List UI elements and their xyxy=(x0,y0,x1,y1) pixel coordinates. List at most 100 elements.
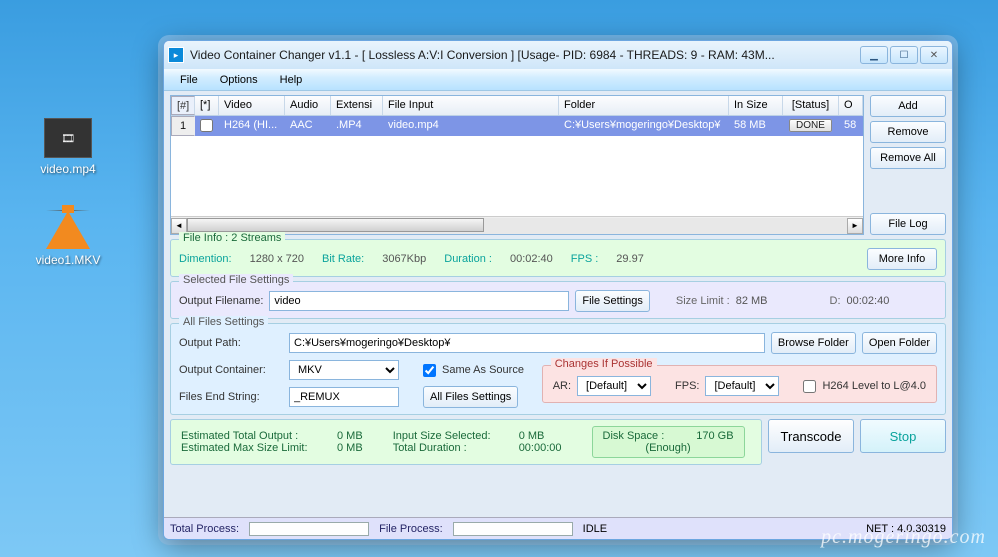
dimension-value: 1280 x 720 xyxy=(250,253,304,265)
minimize-button[interactable]: ▁ xyxy=(860,46,888,64)
file-info-panel: File Info : 2 Streams Dimention: 1280 x … xyxy=(170,239,946,277)
changes-legend: Changes If Possible xyxy=(551,358,657,370)
all-files-settings-button[interactable]: All Files Settings xyxy=(423,386,518,408)
video-file-icon: 🎞 xyxy=(44,118,92,158)
window-title: Video Container Changer v1.1 - [ Lossles… xyxy=(190,48,860,62)
col-insize[interactable]: In Size xyxy=(729,96,783,115)
titlebar[interactable]: Video Container Changer v1.1 - [ Lossles… xyxy=(164,41,952,69)
output-path-input[interactable] xyxy=(289,333,765,353)
output-container-label: Output Container: xyxy=(179,364,283,376)
col-folder[interactable]: Folder xyxy=(559,96,729,115)
h264-level-label: H264 Level to L@4.0 xyxy=(822,380,926,392)
col-status[interactable]: [Status] xyxy=(783,96,839,115)
dimension-label: Dimention: xyxy=(179,253,232,265)
eml-value: 0 MB xyxy=(337,442,363,454)
fps-change-label: FPS: xyxy=(675,380,699,392)
d-label: D: xyxy=(830,295,841,307)
app-window: Video Container Changer v1.1 - [ Lossles… xyxy=(163,40,953,540)
cell-video: H264 (HI... xyxy=(219,116,285,136)
cell-out: 58 xyxy=(839,116,863,136)
browse-folder-button[interactable]: Browse Folder xyxy=(771,332,856,354)
output-path-label: Output Path: xyxy=(179,337,283,349)
app-icon xyxy=(168,47,184,63)
desktop-icon-video-mp4[interactable]: 🎞 video.mp4 xyxy=(28,118,108,176)
total-process-progress xyxy=(249,522,369,536)
vlc-cone-icon xyxy=(46,210,90,249)
col-ext[interactable]: Extensi xyxy=(331,96,383,115)
size-limit-label: Size Limit : xyxy=(676,295,730,307)
output-filename-input[interactable] xyxy=(269,291,569,311)
bitrate-label: Bit Rate: xyxy=(322,253,364,265)
same-as-source-label: Same As Source xyxy=(442,364,524,376)
file-info-legend: File Info : 2 Streams xyxy=(179,232,285,244)
desktop-icon-video1-mkv[interactable]: video1.MKV xyxy=(28,210,108,267)
menu-options[interactable]: Options xyxy=(210,71,268,89)
row-checkbox[interactable] xyxy=(200,119,213,132)
same-as-source-checkbox[interactable] xyxy=(423,364,436,377)
size-limit-value: 82 MB xyxy=(736,295,768,307)
fps-label: FPS : xyxy=(571,253,599,265)
disk-space-value: 170 GB xyxy=(696,430,733,442)
output-filename-label: Output Filename: xyxy=(179,295,263,307)
ar-label: AR: xyxy=(553,380,571,392)
add-button[interactable]: Add xyxy=(870,95,946,117)
cell-status: DONE xyxy=(783,116,839,136)
col-check[interactable]: [*] xyxy=(195,96,219,115)
td-label: Total Duration : xyxy=(393,442,513,454)
duration-value: 00:02:40 xyxy=(510,253,553,265)
ar-select[interactable]: [Default] xyxy=(577,376,651,396)
file-settings-button[interactable]: File Settings xyxy=(575,290,650,312)
remove-button[interactable]: Remove xyxy=(870,121,946,143)
estimate-panel: Estimated Total Output :0 MB Estimated M… xyxy=(170,419,762,465)
td-value: 00:00:00 xyxy=(519,442,562,454)
desktop-icon-label: video.mp4 xyxy=(40,162,95,176)
file-process-label: File Process: xyxy=(379,523,443,535)
col-video[interactable]: Video xyxy=(219,96,285,115)
cell-ext: .MP4 xyxy=(331,116,383,136)
eml-label: Estimated Max Size Limit: xyxy=(181,442,331,454)
desktop-icon-label: video1.MKV xyxy=(36,253,101,267)
col-out[interactable]: O xyxy=(839,96,863,115)
file-grid[interactable]: [#] [*] Video Audio Extensi File Input F… xyxy=(170,95,864,235)
maximize-button[interactable]: ☐ xyxy=(890,46,918,64)
grid-header[interactable]: [#] [*] Video Audio Extensi File Input F… xyxy=(171,96,863,116)
duration-label: Duration : xyxy=(444,253,492,265)
stop-button[interactable]: Stop xyxy=(860,419,946,453)
output-container-select[interactable]: MKV xyxy=(289,360,399,380)
cell-index: 1 xyxy=(171,116,195,136)
grid-row[interactable]: 1 H264 (HI... AAC .MP4 video.mp4 C:¥User… xyxy=(171,116,863,136)
iss-value: 0 MB xyxy=(519,430,545,442)
cell-check[interactable] xyxy=(195,116,219,136)
cell-insize: 58 MB xyxy=(729,116,783,136)
fps-value: 29.97 xyxy=(616,253,644,265)
watermark: pc.mogeringo.com xyxy=(821,526,986,549)
scroll-thumb[interactable] xyxy=(187,218,484,232)
file-log-button[interactable]: File Log xyxy=(870,213,946,235)
changes-panel: Changes If Possible AR: [Default] FPS: [… xyxy=(542,365,937,403)
d-value: 00:02:40 xyxy=(847,295,890,307)
menubar: File Options Help xyxy=(164,69,952,91)
more-info-button[interactable]: More Info xyxy=(867,248,937,270)
col-fileinput[interactable]: File Input xyxy=(383,96,559,115)
close-button[interactable]: ✕ xyxy=(920,46,948,64)
col-index[interactable]: [#] xyxy=(171,96,195,115)
file-process-progress xyxy=(453,522,573,536)
remove-all-button[interactable]: Remove All xyxy=(870,147,946,169)
scroll-track[interactable] xyxy=(187,218,847,234)
cell-audio: AAC xyxy=(285,116,331,136)
eto-value: 0 MB xyxy=(337,430,363,442)
menu-help[interactable]: Help xyxy=(270,71,313,89)
disk-space-enough: (Enough) xyxy=(603,442,734,454)
menu-file[interactable]: File xyxy=(170,71,208,89)
files-end-string-input[interactable] xyxy=(289,387,399,407)
bitrate-value: 3067Kbp xyxy=(382,253,426,265)
col-audio[interactable]: Audio xyxy=(285,96,331,115)
fps-select[interactable]: [Default] xyxy=(705,376,779,396)
disk-space-label: Disk Space : xyxy=(603,430,665,442)
scroll-right-icon[interactable]: ► xyxy=(847,218,863,234)
selected-file-panel: Selected File Settings Output Filename: … xyxy=(170,281,946,319)
selected-file-legend: Selected File Settings xyxy=(179,274,293,286)
open-folder-button[interactable]: Open Folder xyxy=(862,332,937,354)
transcode-button[interactable]: Transcode xyxy=(768,419,854,453)
h264-level-checkbox[interactable] xyxy=(803,380,816,393)
